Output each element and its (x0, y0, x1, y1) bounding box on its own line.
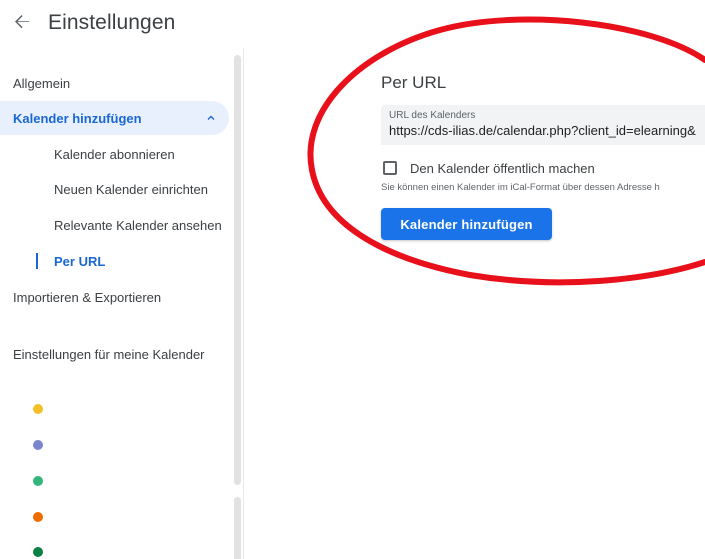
my-calendars-heading: Einstellungen für meine Kalender (13, 347, 205, 362)
sidebar-item-kalender-abonnieren[interactable]: Kalender abonnieren (0, 137, 230, 171)
arrow-back-icon (15, 15, 29, 29)
active-indicator (36, 253, 38, 269)
chevron-up-icon[interactable] (205, 112, 217, 124)
sidebar-scrollbar-thumb-lower[interactable] (234, 497, 241, 559)
calendar-color-dot[interactable] (33, 440, 43, 450)
sidebar-item-label: Per URL (54, 253, 106, 269)
sidebar-item-label: Kalender hinzufügen (13, 110, 142, 126)
section-title: Per URL (381, 73, 447, 92)
sidebar-item-label: Relevante Kalender ansehen (54, 217, 222, 233)
help-text: Sie können einen Kalender im iCal-Format… (381, 182, 660, 193)
sidebar-item-kalender-hinzufuegen[interactable]: Kalender hinzufügen (0, 101, 229, 135)
header: Einstellungen (0, 0, 705, 48)
back-button[interactable] (10, 10, 34, 34)
public-calendar-checkbox[interactable] (383, 161, 397, 175)
sidebar-item-label: Allgemein (13, 75, 71, 91)
sidebar-item-label: Neuen Kalender einrichten (54, 181, 208, 197)
calendar-color-dot[interactable] (33, 404, 43, 414)
calendar-url-field[interactable]: URL des Kalenders https://cds-ilias.de/c… (381, 105, 705, 145)
calendar-color-dot[interactable] (33, 547, 43, 557)
sidebar-item-relevante-kalender[interactable]: Relevante Kalender ansehen (0, 208, 230, 242)
sidebar-item-label: Kalender abonnieren (54, 146, 175, 162)
public-calendar-checkbox-label: Den Kalender öffentlich machen (410, 160, 595, 176)
settings-sidebar: Allgemein Kalender hinzufügen Kalender a… (0, 48, 232, 559)
settings-page: Einstellungen Allgemein Kalender hinzufü… (0, 0, 705, 559)
page-title: Einstellungen (48, 11, 176, 34)
calendar-color-dot[interactable] (33, 512, 43, 522)
main-content: Per URL URL des Kalenders https://cds-il… (244, 48, 705, 559)
sidebar-item-neuen-kalender[interactable]: Neuen Kalender einrichten (0, 172, 230, 206)
calendar-color-dot[interactable] (33, 476, 43, 486)
url-field-value[interactable]: https://cds-ilias.de/calendar.php?client… (389, 123, 696, 138)
public-calendar-checkbox-row[interactable]: Den Kalender öffentlich machen (383, 159, 595, 177)
sidebar-item-allgemein[interactable]: Allgemein (0, 66, 230, 100)
sidebar-item-importieren-exportieren[interactable]: Importieren & Exportieren (0, 280, 230, 314)
url-field-label: URL des Kalenders (389, 110, 476, 121)
sidebar-scrollbar-thumb[interactable] (234, 55, 241, 485)
sidebar-item-label: Importieren & Exportieren (13, 289, 162, 305)
add-calendar-button[interactable]: Kalender hinzufügen (381, 208, 552, 240)
sidebar-item-per-url[interactable]: Per URL (0, 244, 230, 278)
